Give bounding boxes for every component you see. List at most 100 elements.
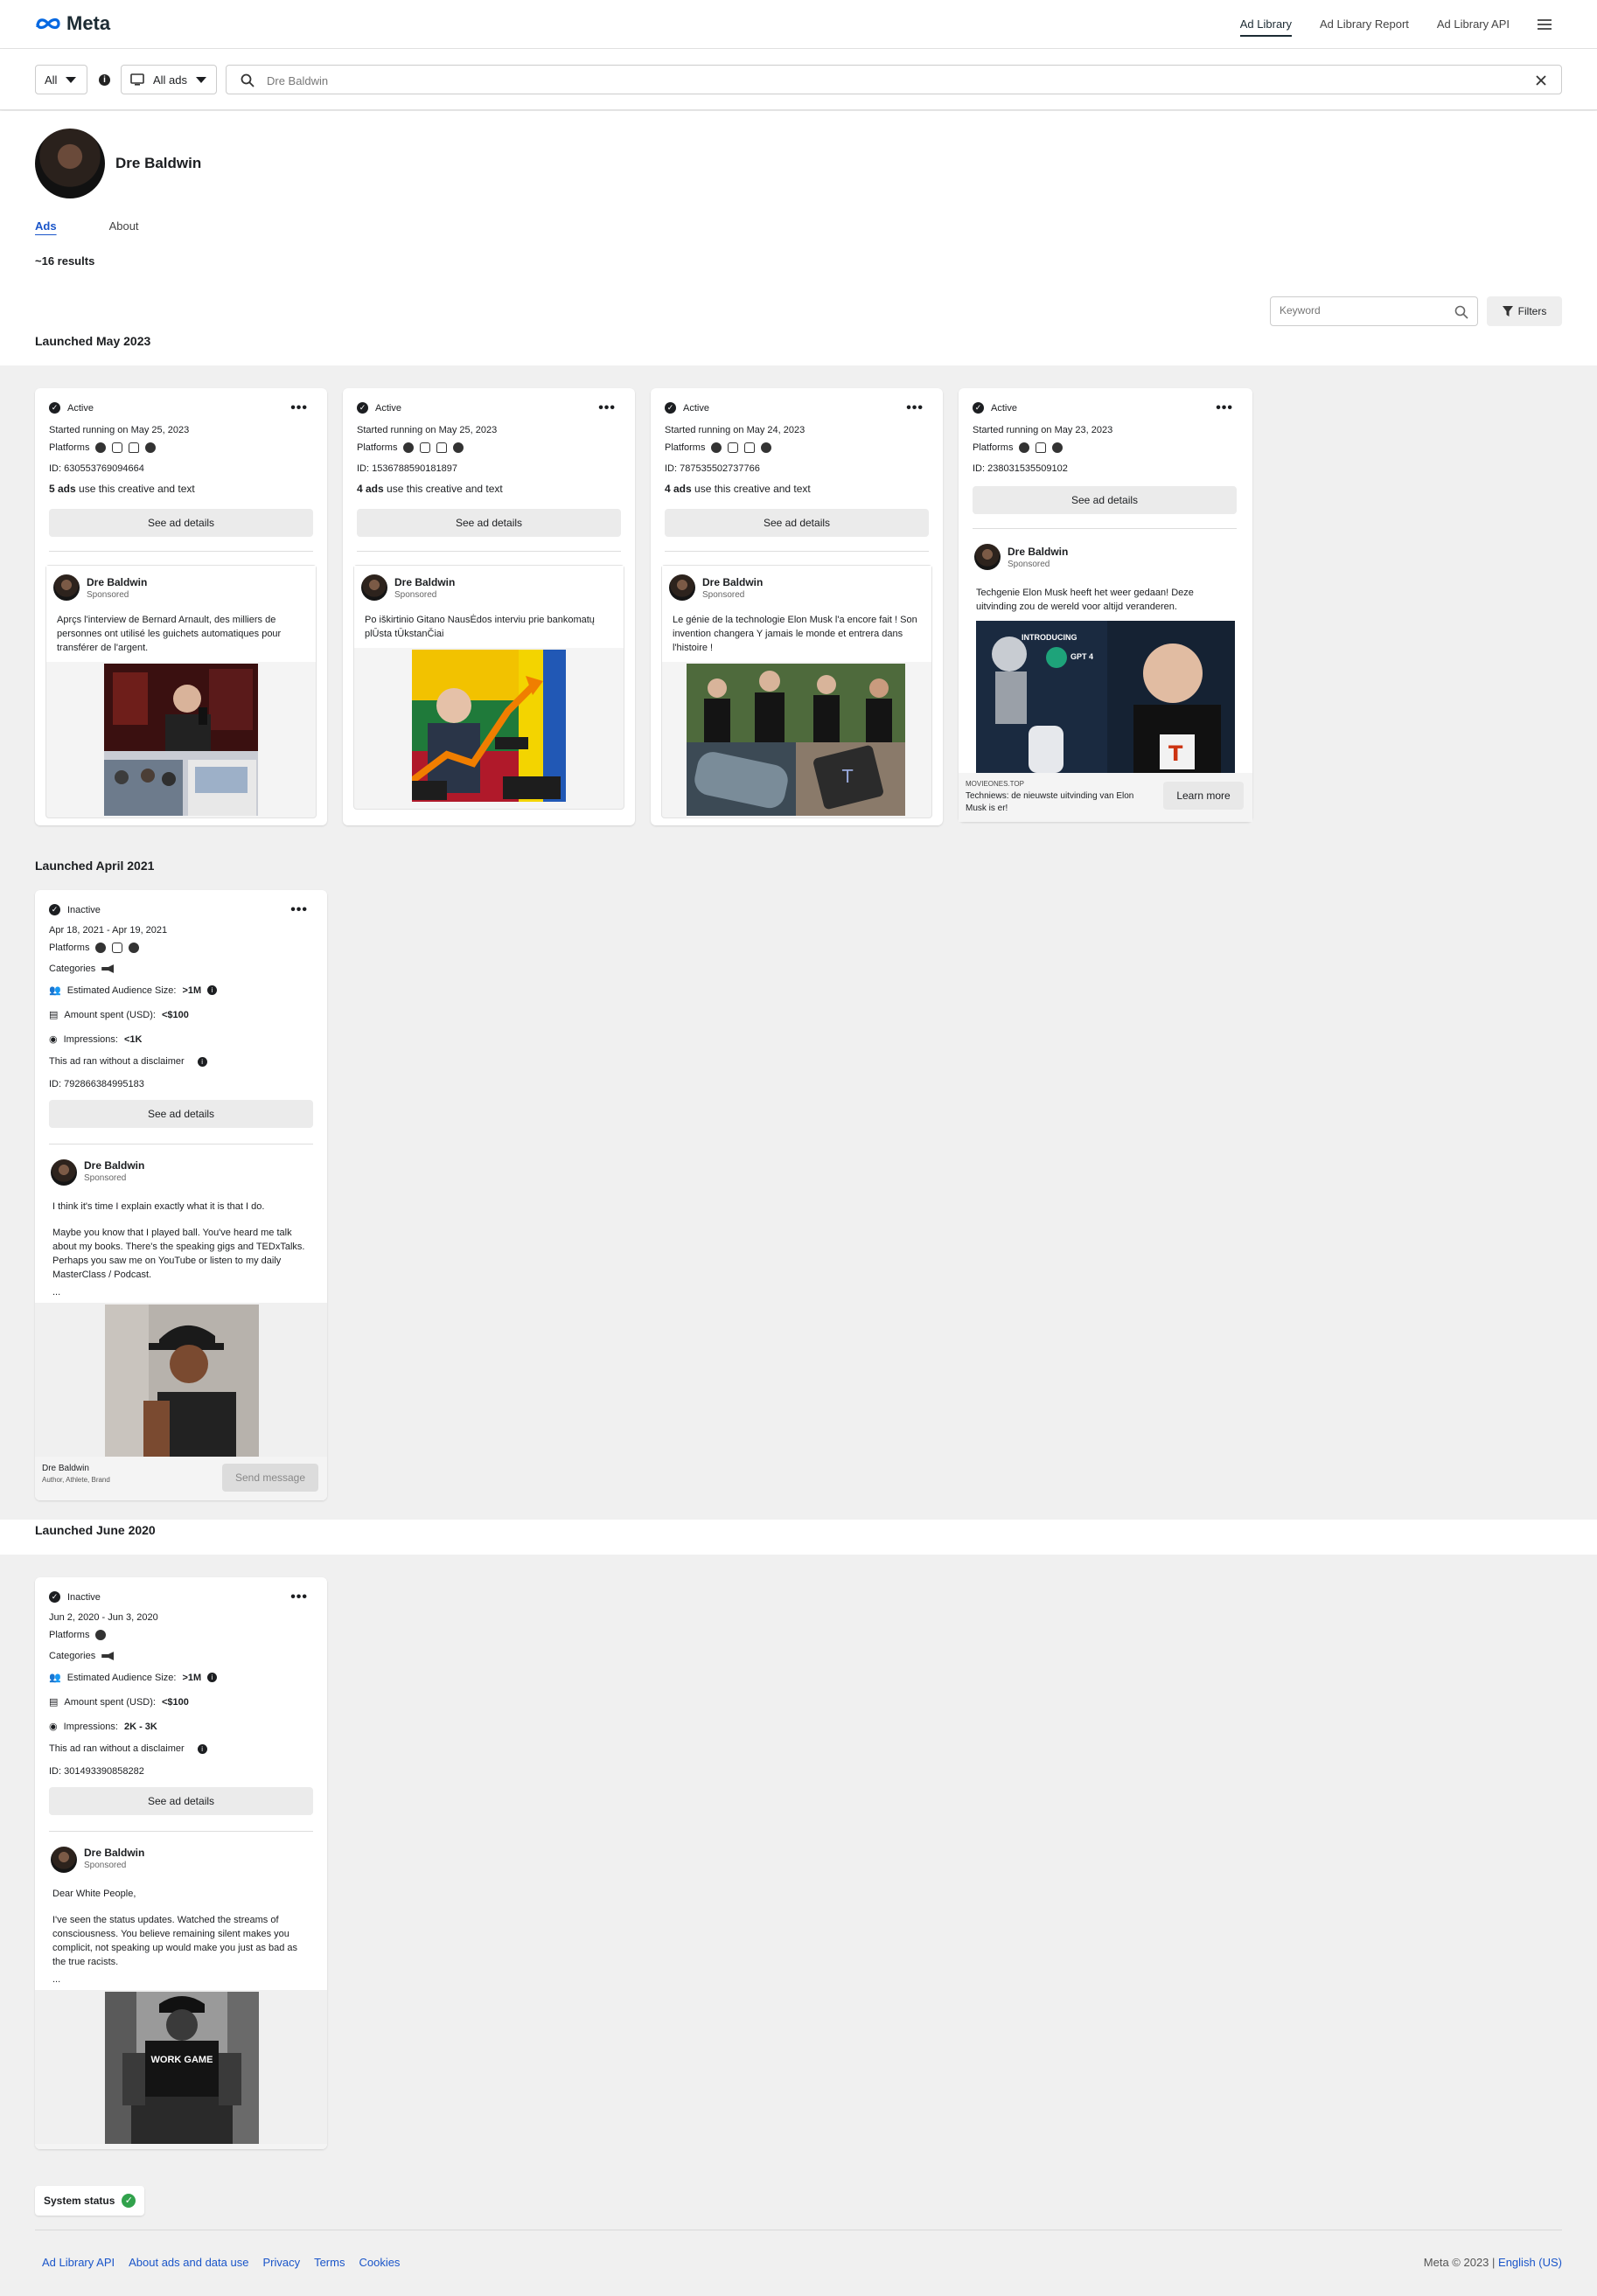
platforms-label: Platforms [973,442,1014,453]
image-caption: INTRODUCING [1022,633,1077,642]
spent-value: <$100 [161,1696,189,1708]
keyword-input[interactable] [1280,304,1446,317]
country-value: All [45,73,58,87]
section-band [0,1520,1597,1555]
advertiser-name[interactable]: Dre Baldwin [702,576,763,588]
info-icon[interactable]: i [99,74,110,86]
svg-text:T: T [841,766,854,787]
nav-ad-library-report[interactable]: Ad Library Report [1320,0,1409,49]
meta-logo[interactable]: Meta [35,12,110,35]
divider [49,1831,313,1832]
eye-icon: ◉ [49,1722,58,1732]
ad-id: ID: 301493390858282 [49,1766,144,1777]
results-count: ~16 results [35,254,95,268]
ad-body-text: Po iškirtinio Gitano NausĖdos interviu p… [365,615,595,639]
top-bar: Meta Ad Library Ad Library Report Ad Lib… [0,0,1597,49]
advertiser-name[interactable]: Dre Baldwin [84,1847,144,1859]
more-options-icon[interactable]: ••• [906,400,924,416]
ads-count: 5 ads [49,483,76,495]
disclaimer-text: This ad ran without a disclaimer [49,1056,185,1067]
send-message-button[interactable]: Send message [222,1464,318,1492]
footer-link-terms[interactable]: Terms [314,2256,345,2269]
advertiser-name[interactable]: Dre Baldwin [394,576,455,588]
see-ad-details-button[interactable]: See ad details [665,509,929,537]
info-icon[interactable]: i [207,1673,218,1682]
ad-status: Inactive [67,904,101,915]
search-input[interactable] [267,71,1491,90]
advertiser-name[interactable]: Dre Baldwin [1008,546,1068,558]
advertiser-name[interactable]: Dre Baldwin [84,1159,144,1172]
ad-start-date: Started running on May 25, 2023 [49,425,190,435]
ad-type-select[interactable]: All ads [121,65,217,94]
ad-body-text: I've seen the status updates. Watched th… [52,1915,298,1967]
more-options-icon[interactable]: ••• [290,902,308,918]
info-icon[interactable]: i [197,1056,207,1067]
advertiser-name[interactable]: Dre Baldwin [87,576,147,588]
info-icon[interactable]: i [207,985,218,995]
ad-id: ID: 1536788590181897 [357,463,457,474]
ad-id: ID: 238031535509102 [973,463,1068,474]
link-footer[interactable]: MOVIEONES.TOP Techniews: de nieuwste uit… [959,773,1252,822]
see-ad-details-button[interactable]: See ad details [49,1787,313,1815]
divider [973,528,1237,529]
info-icon[interactable]: i [197,1743,207,1754]
filters-label: Filters [1517,305,1547,317]
system-status-label: System status [44,2195,115,2207]
ad-preview: Dre Baldwin Sponsored Aprçs l'interview … [45,565,317,818]
platforms-label: Platforms [665,442,706,453]
ad-image [104,664,258,816]
see-ad-details-button[interactable]: See ad details [49,509,313,537]
instagram-icon [728,442,739,453]
search-field[interactable] [226,65,1562,94]
ad-image: WORK GAME [105,1992,259,2144]
ad-start-date: Started running on May 24, 2023 [665,425,805,435]
impressions-label: Impressions: [63,1033,118,1045]
nav-ad-library-api[interactable]: Ad Library API [1437,0,1510,49]
more-options-icon[interactable]: ••• [290,1590,308,1605]
more-options-icon[interactable]: ••• [598,400,616,416]
footer-link-ad-library-api[interactable]: Ad Library API [42,2256,115,2269]
ad-status: Inactive [67,1591,101,1603]
clear-search-icon[interactable] [1535,74,1547,87]
messenger-icon [453,442,464,453]
country-select[interactable]: All [35,65,87,94]
system-status-button[interactable]: System status ✓ [35,2186,145,2216]
chevron-down-icon [66,76,77,83]
ad-id: ID: 630553769094664 [49,463,144,474]
facebook-icon [711,442,722,453]
platforms-label: Platforms [49,442,90,453]
nav-ad-library[interactable]: Ad Library [1239,0,1293,49]
tab-about[interactable]: About [109,219,139,233]
keyword-search[interactable] [1270,296,1478,326]
divider [665,551,929,552]
language-link[interactable]: English (US) [1498,2256,1562,2269]
learn-more-button[interactable]: Learn more [1163,782,1244,810]
search-row: All i All ads [0,49,1597,110]
status-icon: ✓ [49,402,60,414]
ad-status: Active [67,402,94,414]
tab-ads[interactable]: Ads [35,219,57,233]
copyright: Meta © 2023 | English (US) [1424,2256,1562,2269]
more-options-icon[interactable]: ••• [1216,400,1233,416]
footer-link-about-ads[interactable]: About ads and data use [129,2256,248,2269]
footer-name: Dre Baldwin [42,1464,89,1473]
see-ad-details-button[interactable]: See ad details [357,509,621,537]
ad-image: T [687,664,905,816]
money-icon: ▤ [49,1697,59,1708]
ad-status: Active [683,402,709,414]
more-options-icon[interactable]: ••• [290,400,308,416]
see-ad-details-button[interactable]: See ad details [49,1100,313,1128]
menu-icon[interactable] [1538,19,1552,30]
footer-link-privacy[interactable]: Privacy [262,2256,300,2269]
footer-link-cookies[interactable]: Cookies [359,2256,400,2269]
filters-button[interactable]: Filters [1487,296,1562,326]
facebook-icon [403,442,415,453]
audience-network-icon [436,442,448,453]
ad-image: T INTRODUCING GPT 4 [976,621,1235,773]
ads-count: 4 ads [665,483,692,495]
link-domain: MOVIEONES.TOP [966,780,1024,788]
chevron-down-icon [196,76,207,83]
instagram-icon [420,442,431,453]
see-ad-details-button[interactable]: See ad details [973,486,1237,514]
divider [49,1144,313,1145]
